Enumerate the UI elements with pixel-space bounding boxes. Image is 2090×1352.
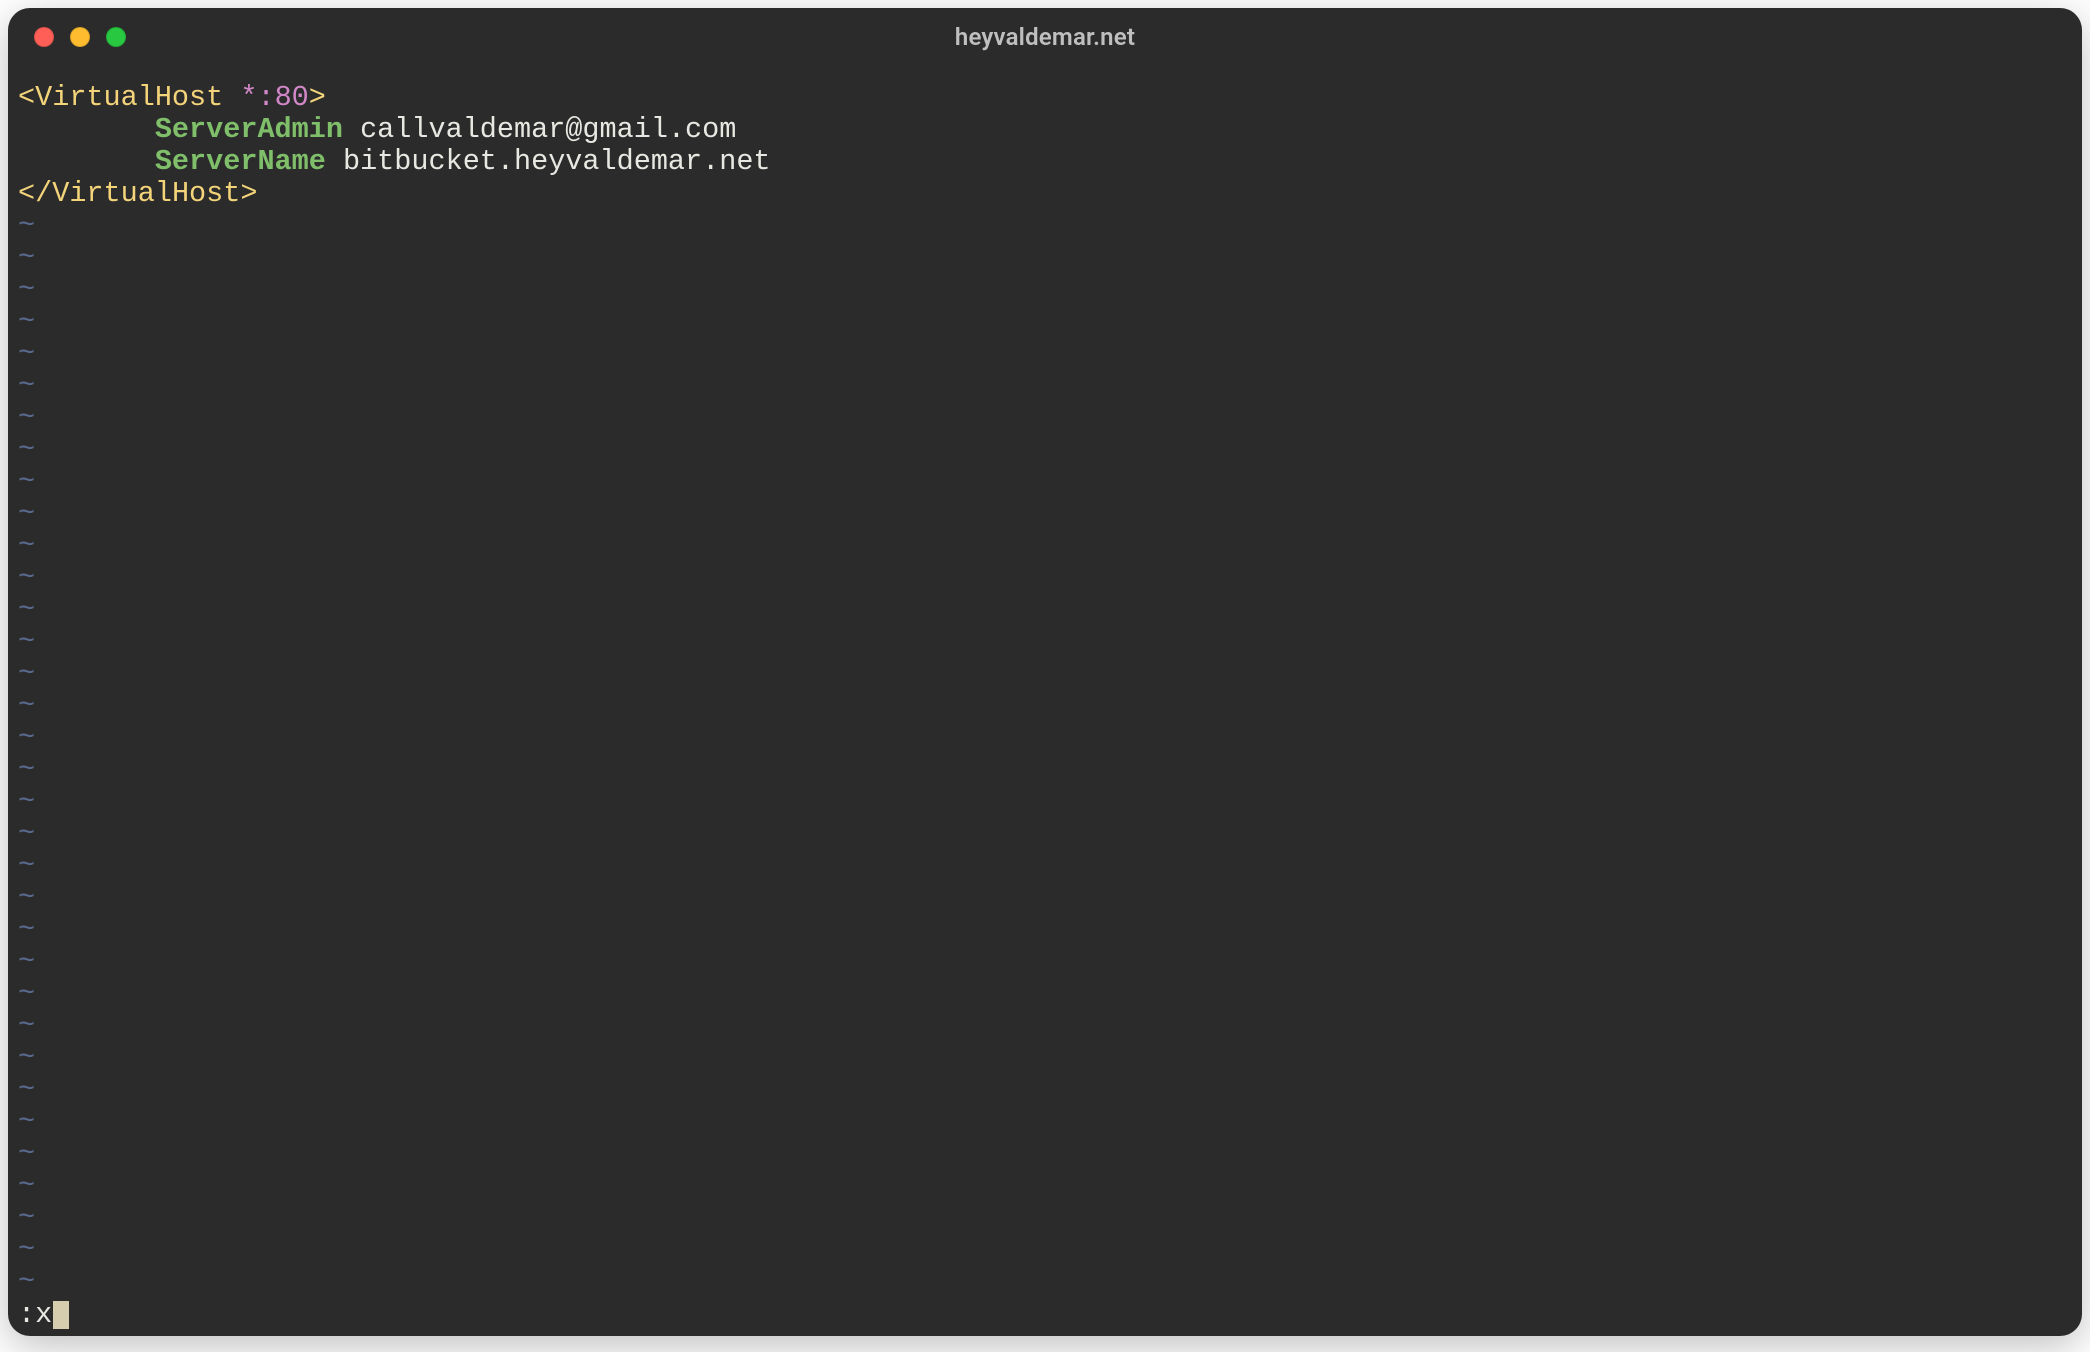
empty-line-marker: ~ <box>18 434 2072 466</box>
empty-line-marker: ~ <box>18 1170 2072 1202</box>
directive-value: callvaldemar@gmail.com <box>360 113 736 146</box>
empty-line-marker: ~ <box>18 306 2072 338</box>
empty-line-marker: ~ <box>18 786 2072 818</box>
empty-line-marker: ~ <box>18 658 2072 690</box>
empty-line-marker: ~ <box>18 498 2072 530</box>
empty-line-marker: ~ <box>18 1106 2072 1138</box>
cursor-icon <box>53 1301 69 1329</box>
tag-attr: *:80 <box>240 81 308 114</box>
empty-line-marker: ~ <box>18 370 2072 402</box>
empty-line-marker: ~ <box>18 690 2072 722</box>
angle-open-icon: < <box>18 177 35 210</box>
file-line: ServerAdmin callvaldemar@gmail.com <box>18 114 2072 146</box>
empty-line-marker: ~ <box>18 1042 2072 1074</box>
file-line: </VirtualHost> <box>18 178 2072 210</box>
empty-line-marker: ~ <box>18 626 2072 658</box>
command-colon: : <box>18 1299 35 1331</box>
empty-line-marker: ~ <box>18 1010 2072 1042</box>
tag-name: VirtualHost <box>52 177 240 210</box>
vim-command-line[interactable]: :x <box>18 1298 2072 1336</box>
empty-line-marker: ~ <box>18 274 2072 306</box>
empty-line-marker: ~ <box>18 1234 2072 1266</box>
minimize-icon[interactable] <box>70 27 90 47</box>
empty-line-marker: ~ <box>18 946 2072 978</box>
angle-open-icon: < <box>18 81 35 114</box>
titlebar: heyvaldemar.net <box>8 8 2082 66</box>
zoom-icon[interactable] <box>106 27 126 47</box>
empty-line-marker: ~ <box>18 978 2072 1010</box>
command-text: x <box>35 1299 52 1331</box>
empty-line-marker: ~ <box>18 562 2072 594</box>
empty-line-marker: ~ <box>18 466 2072 498</box>
empty-line-marker: ~ <box>18 882 2072 914</box>
empty-line-marker: ~ <box>18 402 2072 434</box>
empty-line-marker: ~ <box>18 850 2072 882</box>
empty-line-marker: ~ <box>18 1266 2072 1298</box>
directive-name: ServerName <box>155 145 326 178</box>
angle-close-icon: > <box>240 177 257 210</box>
empty-line-marker: ~ <box>18 1202 2072 1234</box>
empty-line-marker: ~ <box>18 818 2072 850</box>
empty-line-marker: ~ <box>18 722 2072 754</box>
terminal-body[interactable]: <VirtualHost *:80> ServerAdmin callvalde… <box>8 66 2082 1336</box>
empty-line-marker: ~ <box>18 1074 2072 1106</box>
directive-value: bitbucket.heyvaldemar.net <box>343 145 771 178</box>
empty-line-marker: ~ <box>18 914 2072 946</box>
terminal-window: heyvaldemar.net <VirtualHost *:80> Serve… <box>8 8 2082 1336</box>
file-line: <VirtualHost *:80> <box>18 82 2072 114</box>
slash-icon: / <box>35 177 52 210</box>
empty-line-marker: ~ <box>18 210 2072 242</box>
empty-line-marker: ~ <box>18 754 2072 786</box>
close-icon[interactable] <box>34 27 54 47</box>
tag-name: VirtualHost <box>35 81 223 114</box>
empty-line-marker: ~ <box>18 242 2072 274</box>
window-title: heyvaldemar.net <box>955 23 1135 51</box>
angle-close-icon: > <box>309 81 326 114</box>
empty-line-marker: ~ <box>18 338 2072 370</box>
traffic-lights <box>34 8 126 66</box>
empty-line-marker: ~ <box>18 594 2072 626</box>
empty-line-marker: ~ <box>18 530 2072 562</box>
empty-line-marker: ~ <box>18 1138 2072 1170</box>
directive-name: ServerAdmin <box>155 113 343 146</box>
file-line: ServerName bitbucket.heyvaldemar.net <box>18 146 2072 178</box>
